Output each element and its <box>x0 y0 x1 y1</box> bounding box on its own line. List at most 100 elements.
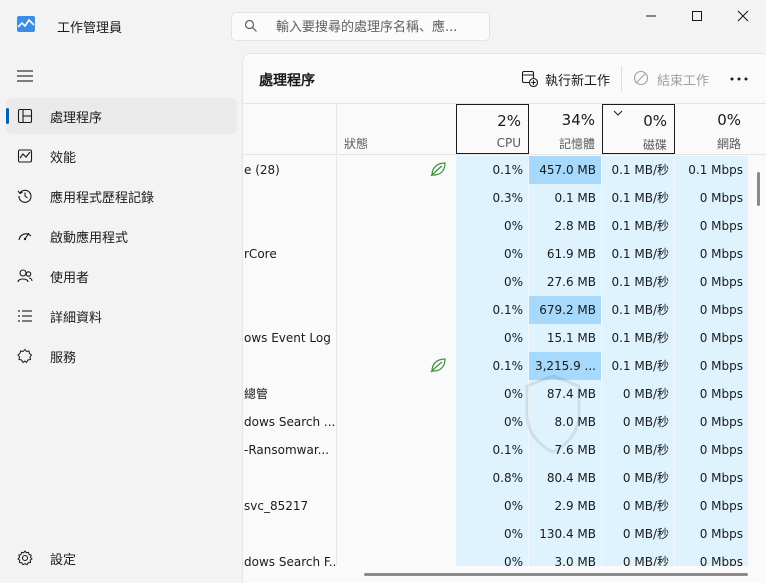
active-indicator <box>6 108 9 124</box>
table-row[interactable]: 0.3% 0.1 MB 0.1 MB/秒 0 Mbps <box>243 184 766 212</box>
run-new-task-label: 執行新工作 <box>545 74 611 89</box>
table-row[interactable]: dows Search ... 0% 8.0 MB 0 MB/秒 0 Mbps <box>243 408 766 436</box>
sidebar-item-startup-apps[interactable]: 啟動應用程式 <box>6 218 237 254</box>
sidebar-item-label: 處理程序 <box>50 111 103 126</box>
disk-percent: 0% <box>643 112 667 130</box>
process-name: 總管 <box>244 387 269 401</box>
disk-value: 0 MB/秒 <box>602 492 675 520</box>
memory-value: 80.4 MB <box>529 464 602 492</box>
disk-value: 0.1 MB/秒 <box>602 352 675 380</box>
column-header-disk[interactable]: 0% 磁碟 <box>602 104 675 154</box>
sidebar-item-app-history[interactable]: 應用程式歷程記錄 <box>6 178 237 214</box>
cpu-value: 0.3% <box>456 184 529 212</box>
sidebar-item-performance[interactable]: 效能 <box>6 138 237 174</box>
network-value: 0 Mbps <box>675 520 748 548</box>
column-header-label: 磁碟 <box>642 138 667 152</box>
table-row[interactable]: svc_85217 0% 2.9 MB 0 MB/秒 0 Mbps <box>243 492 766 520</box>
table-row[interactable]: 0.1% 3,215.9 ... 0.1 MB/秒 0 Mbps <box>243 352 766 380</box>
table-row[interactable]: e (28) 0.1% 457.0 MB 0.1 MB/秒 0.1 Mbps <box>243 156 766 184</box>
network-value: 0 Mbps <box>675 324 748 352</box>
process-name: dows Search F... <box>244 555 335 566</box>
sidebar-item-label: 效能 <box>50 151 77 166</box>
column-header-memory[interactable]: 34% 記憶體 <box>529 104 602 154</box>
process-status <box>336 436 456 464</box>
app-history-icon <box>17 189 32 203</box>
disk-value: 0.1 MB/秒 <box>602 296 675 324</box>
cpu-value: 0% <box>456 380 529 408</box>
column-header-cpu[interactable]: 2% CPU <box>456 104 529 154</box>
sidebar-item-settings[interactable]: 設定 <box>6 540 237 576</box>
memory-value: 0.1 MB <box>529 184 602 212</box>
process-status <box>336 324 456 352</box>
memory-value: 679.2 MB <box>529 296 602 324</box>
process-name <box>243 464 335 492</box>
table-row[interactable]: dows Search F... 0% 3.0 MB 0 MB/秒 0 Mbps <box>243 548 766 566</box>
process-status <box>336 548 456 566</box>
table-row[interactable]: 0% 27.6 MB 0.1 MB/秒 0 Mbps <box>243 268 766 296</box>
process-name: e (28) <box>244 163 280 177</box>
table-header: 狀態 2% CPU 34% 記憶體 0% 磁碟 0% 網路 <box>243 103 766 155</box>
maximize-icon <box>692 11 702 21</box>
network-value: 0 Mbps <box>675 352 748 380</box>
sidebar-item-services[interactable]: 服務 <box>6 338 237 374</box>
process-status <box>336 268 456 296</box>
chevron-down-icon <box>613 110 623 116</box>
table-row[interactable]: ows Event Log 0% 15.1 MB 0.1 MB/秒 0 Mbps <box>243 324 766 352</box>
network-value: 0.1 Mbps <box>675 156 748 184</box>
table-row[interactable]: 0.1% 679.2 MB 0.1 MB/秒 0 Mbps <box>243 296 766 324</box>
cpu-value: 0% <box>456 240 529 268</box>
performance-icon <box>17 149 33 163</box>
process-status <box>336 184 456 212</box>
column-header-label: 記憶體 <box>558 137 595 151</box>
memory-value: 130.4 MB <box>529 520 602 548</box>
table-row[interactable]: 0% 2.8 MB 0.1 MB/秒 0 Mbps <box>243 212 766 240</box>
sidebar-item-label: 詳細資料 <box>50 311 103 326</box>
network-value: 0 Mbps <box>675 408 748 436</box>
memory-value: 2.8 MB <box>529 212 602 240</box>
more-options-icon[interactable] <box>729 76 749 82</box>
cpu-value: 0.8% <box>456 464 529 492</box>
vertical-scrollbar[interactable] <box>757 172 760 206</box>
minimize-button[interactable] <box>628 0 674 32</box>
table-row[interactable]: -Ransomwar... 0.1% 7.6 MB 0 MB/秒 0 Mbps <box>243 436 766 464</box>
memory-value: 3.0 MB <box>529 548 602 566</box>
table-row[interactable]: 0% 130.4 MB 0 MB/秒 0 Mbps <box>243 520 766 548</box>
page-title: 處理程序 <box>259 73 315 89</box>
hamburger-menu-icon[interactable] <box>17 69 33 83</box>
column-header-status[interactable]: 狀態 <box>336 104 456 154</box>
memory-value: 27.6 MB <box>529 268 602 296</box>
table-row[interactable]: 0.8% 80.4 MB 0 MB/秒 0 Mbps <box>243 464 766 492</box>
process-name: dows Search ... <box>244 415 335 429</box>
network-value: 0 Mbps <box>675 464 748 492</box>
cpu-value: 0% <box>456 408 529 436</box>
startup-apps-icon <box>18 232 32 241</box>
process-name <box>243 296 335 324</box>
process-name <box>243 212 335 240</box>
processes-icon <box>17 108 33 124</box>
process-status <box>336 492 456 520</box>
network-value: 0 Mbps <box>675 268 748 296</box>
process-name <box>243 520 335 548</box>
table-row[interactable]: 總管 0% 87.4 MB 0 MB/秒 0 Mbps <box>243 380 766 408</box>
disk-value: 0.1 MB/秒 <box>602 184 675 212</box>
maximize-button[interactable] <box>674 0 720 32</box>
search-input[interactable] <box>276 17 481 37</box>
end-task-label: 結束工作 <box>657 74 710 89</box>
network-value: 0 Mbps <box>675 212 748 240</box>
close-button[interactable] <box>720 0 766 32</box>
search-box[interactable] <box>231 12 490 41</box>
memory-percent: 34% <box>561 111 595 129</box>
network-value: 0 Mbps <box>675 184 748 212</box>
sidebar-item-processes[interactable]: 處理程序 <box>6 98 237 134</box>
table-row[interactable]: rCore 0% 61.9 MB 0.1 MB/秒 0 Mbps <box>243 240 766 268</box>
horizontal-scrollbar[interactable] <box>364 573 748 576</box>
watermark-shield-icon <box>525 374 581 454</box>
process-status <box>336 380 456 408</box>
sidebar-item-users[interactable]: 使用者 <box>6 258 237 294</box>
sidebar-item-details[interactable]: 詳細資料 <box>6 298 237 334</box>
cpu-value: 0% <box>456 548 529 566</box>
column-header-network[interactable]: 0% 網路 <box>675 104 748 154</box>
sidebar-item-label: 設定 <box>50 553 77 568</box>
process-name: ows Event Log <box>244 331 331 345</box>
process-status <box>336 352 456 380</box>
